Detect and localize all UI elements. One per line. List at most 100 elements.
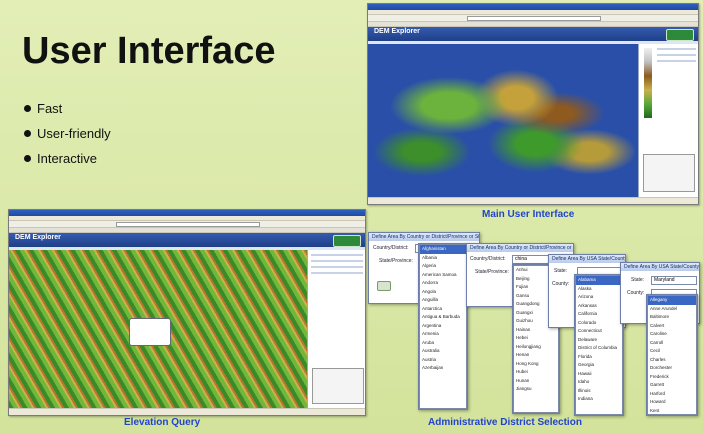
elevation-query-screenshot: DEM Explorer bbox=[8, 209, 366, 416]
list-item[interactable]: Illinois bbox=[576, 387, 622, 396]
overview-map bbox=[643, 154, 695, 192]
list-item[interactable]: Heilongjiang bbox=[514, 343, 558, 352]
list-item[interactable]: Georgia bbox=[576, 361, 622, 370]
browser-address-bar bbox=[368, 15, 698, 22]
bullet-item: Fast bbox=[24, 96, 111, 121]
browser-status-bar bbox=[368, 197, 698, 204]
list-item[interactable]: Connecticut bbox=[576, 327, 622, 336]
list-item[interactable]: Kent bbox=[648, 407, 696, 415]
list-item[interactable]: Armenia bbox=[420, 330, 466, 339]
agency-logo-icon bbox=[666, 29, 694, 41]
app-header: DEM Explorer bbox=[368, 27, 698, 41]
list-item[interactable]: Frederick bbox=[648, 373, 696, 382]
list-item[interactable]: Hong Kong bbox=[514, 360, 558, 369]
elevation-info-popup bbox=[129, 318, 171, 346]
list-item[interactable]: Florida bbox=[576, 353, 622, 362]
county-dropdown-list[interactable]: Allegany Anne Arundel Baltimore Calvert … bbox=[647, 295, 697, 415]
dialog-header: Define Area By USA State/County bbox=[621, 263, 699, 271]
list-item[interactable]: Henan bbox=[514, 351, 558, 360]
list-item[interactable]: Howard bbox=[648, 398, 696, 407]
list-item[interactable]: American Samoa bbox=[420, 271, 466, 280]
list-item[interactable]: Hubei bbox=[514, 368, 558, 377]
list-item[interactable]: Garrett bbox=[648, 381, 696, 390]
list-item[interactable]: Hawaii bbox=[576, 370, 622, 379]
list-item[interactable]: District of Columbia bbox=[576, 344, 622, 353]
list-item[interactable]: Colorado bbox=[576, 319, 622, 328]
list-item[interactable]: Andorra bbox=[420, 279, 466, 288]
list-item[interactable]: Arizona bbox=[576, 293, 622, 302]
bullet-item: Interactive bbox=[24, 146, 111, 171]
dialog-header: Define Area By USA State/County bbox=[549, 255, 625, 263]
list-item[interactable]: Charles bbox=[648, 356, 696, 365]
list-item[interactable]: Caroline bbox=[648, 330, 696, 339]
url-field bbox=[115, 222, 261, 227]
list-item[interactable]: Anne Arundel bbox=[648, 305, 696, 314]
slide-title: User Interface bbox=[22, 30, 276, 72]
county-label: County: bbox=[552, 281, 570, 287]
main-ui-screenshot: DEM Explorer bbox=[367, 3, 699, 205]
map-side-panel bbox=[307, 250, 365, 408]
elevation-legend bbox=[644, 48, 652, 118]
list-item[interactable]: Dorchester bbox=[648, 364, 696, 373]
state-label: State: bbox=[554, 268, 568, 274]
bullet-list: Fast User-friendly Interactive bbox=[24, 96, 111, 171]
list-item[interactable]: Carroll bbox=[648, 339, 696, 348]
world-elevation-map bbox=[368, 44, 638, 198]
list-item[interactable]: Harford bbox=[648, 390, 696, 399]
county-label: County: bbox=[627, 290, 645, 296]
list-item[interactable]: Hebei bbox=[514, 334, 558, 343]
list-item[interactable]: Alaska bbox=[576, 285, 622, 294]
list-item[interactable]: Antigua & Barbuda bbox=[420, 313, 466, 322]
bullet-dot-icon bbox=[24, 155, 31, 162]
list-item[interactable]: Antarctica bbox=[420, 305, 466, 314]
list-item[interactable]: Cecil bbox=[648, 347, 696, 356]
state-dropdown-list[interactable]: Alabama Alaska Arizona Arkansas Californ… bbox=[575, 275, 623, 415]
list-item[interactable]: California bbox=[576, 310, 622, 319]
state-input[interactable]: Maryland bbox=[651, 276, 697, 285]
country-list-panel: Afghanistan Albania Algeria American Sam… bbox=[418, 243, 468, 410]
ok-button[interactable] bbox=[377, 281, 391, 291]
browser-status-bar bbox=[9, 408, 365, 415]
list-item[interactable]: Indiana bbox=[576, 395, 622, 404]
list-item[interactable]: Allegany bbox=[648, 296, 696, 305]
state-list-panel: Alabama Alaska Arizona Arkansas Californ… bbox=[574, 274, 624, 416]
caption-elevation-query: Elevation Query bbox=[124, 417, 200, 428]
state-label: State: bbox=[631, 277, 645, 283]
url-field bbox=[467, 16, 601, 21]
county-list-panel: Allegany Anne Arundel Baltimore Calvert … bbox=[646, 294, 698, 416]
state-label: State/Province: bbox=[379, 258, 413, 264]
state-label: State/Province: bbox=[475, 269, 509, 275]
list-item[interactable]: Argentina bbox=[420, 322, 466, 331]
caption-admin-selection: Administrative District Selection bbox=[428, 417, 582, 428]
list-item[interactable]: Aruba bbox=[420, 339, 466, 348]
list-item[interactable]: Afghanistan bbox=[420, 245, 466, 254]
list-item[interactable]: Australia bbox=[420, 347, 466, 356]
slide: User Interface Fast User-friendly Intera… bbox=[0, 0, 703, 433]
list-item[interactable]: Algeria bbox=[420, 262, 466, 271]
list-item[interactable]: Alabama bbox=[576, 276, 622, 285]
list-item[interactable]: Idaho bbox=[576, 378, 622, 387]
country-label: Country/District: bbox=[470, 256, 506, 262]
list-item[interactable]: Hunan bbox=[514, 377, 558, 386]
agency-logo-icon bbox=[333, 235, 361, 247]
caption-main-ui: Main User Interface bbox=[482, 209, 575, 220]
list-item[interactable]: Azerbaijan bbox=[420, 364, 466, 373]
overview-map bbox=[312, 368, 364, 404]
list-item[interactable]: Baltimore bbox=[648, 313, 696, 322]
browser-address-bar bbox=[9, 221, 365, 228]
list-item[interactable]: Angola bbox=[420, 288, 466, 297]
list-item[interactable]: Jiangsu bbox=[514, 385, 558, 394]
list-item[interactable]: Anguilla bbox=[420, 296, 466, 305]
list-item[interactable]: Arkansas bbox=[576, 302, 622, 311]
list-item[interactable]: Delaware bbox=[576, 336, 622, 345]
caption-elevation-suffix: Query bbox=[171, 417, 201, 428]
bullet-item: User-friendly bbox=[24, 121, 111, 146]
list-item[interactable]: Calvert bbox=[648, 322, 696, 331]
list-item[interactable]: Austria bbox=[420, 356, 466, 365]
app-title: DEM Explorer bbox=[374, 28, 420, 35]
app-title: DEM Explorer bbox=[15, 234, 61, 241]
list-item[interactable]: Albania bbox=[420, 254, 466, 263]
country-dropdown-list[interactable]: Afghanistan Albania Algeria American Sam… bbox=[419, 244, 467, 409]
dialog-header: Define Area By Country or District/Provi… bbox=[369, 233, 479, 241]
map-side-panel bbox=[638, 44, 698, 198]
